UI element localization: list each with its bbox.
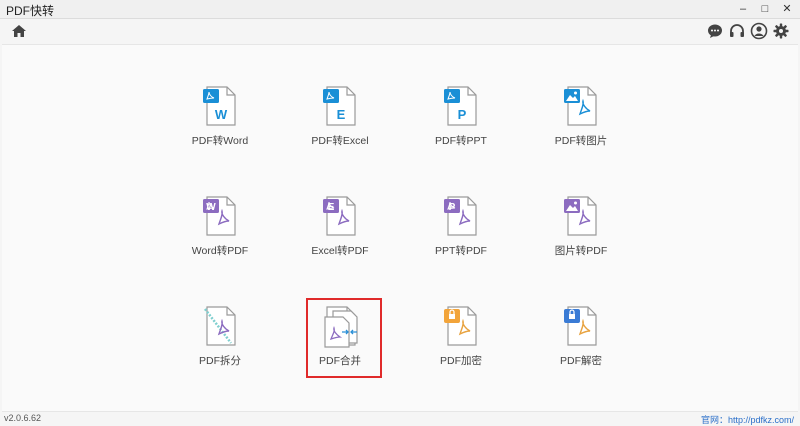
ppt-doc-icon: P (444, 86, 477, 126)
excel-doc-icon: E (323, 196, 356, 236)
tool-2[interactable]: E PDF转Excel (285, 83, 395, 169)
tool-3[interactable]: P PDF转PPT (406, 83, 516, 169)
tool-label: Excel转PDF (311, 245, 369, 257)
tool-4[interactable]: PDF转图片 (526, 83, 636, 169)
close-button[interactable]: ✕ (777, 0, 797, 18)
footer: v2.0.6.62 官网：http://pdfkz.com/ (0, 411, 800, 425)
website-link[interactable]: 官网：http://pdfkz.com/ (701, 413, 794, 426)
tool-label: PDF转图片 (554, 135, 608, 147)
tool-label: PPT转PDF (435, 245, 487, 257)
tool-grid: W PDF转Word E PDF转Excel P PDF转PPT PDF转图片 W Word转P… (2, 44, 798, 412)
format-letter: E (328, 202, 335, 213)
minimize-button[interactable]: – (733, 0, 753, 18)
split-doc-icon (204, 306, 236, 346)
tool-1[interactable]: W PDF转Word (165, 83, 275, 169)
version-label: v2.0.6.62 (4, 413, 42, 423)
word-doc-icon: W (203, 196, 236, 236)
maximize-button[interactable]: □ (755, 0, 775, 18)
home-icon[interactable] (10, 22, 28, 40)
ppt-doc-icon: P (444, 196, 477, 236)
tool-label: PDF加密 (440, 355, 482, 367)
title-bar: PDF快转 – □ ✕ (0, 0, 800, 19)
lock-doc-icon (444, 306, 477, 346)
tool-label: Word转PDF (191, 245, 249, 257)
tool-9[interactable]: PDF拆分 (165, 303, 275, 389)
tool-7[interactable]: P PPT转PDF (406, 193, 516, 279)
tool-label: PDF转PPT (435, 135, 487, 147)
image-doc-icon (564, 196, 597, 236)
headset-icon[interactable] (728, 22, 746, 40)
format-letter: P (449, 202, 456, 213)
tool-label: PDF拆分 (199, 355, 241, 367)
tool-label: PDF转Excel (311, 135, 369, 147)
word-doc-icon: W (203, 86, 236, 126)
gear-icon[interactable] (772, 22, 790, 40)
format-letter: W (206, 202, 216, 213)
tool-label: PDF解密 (560, 355, 602, 367)
tool-12[interactable]: PDF解密 (526, 303, 636, 389)
toolbar (0, 19, 800, 43)
svg-text:W: W (215, 107, 228, 122)
svg-text:P: P (458, 107, 467, 122)
chat-icon[interactable] (706, 22, 724, 40)
app-title: PDF快转 (6, 4, 55, 18)
user-icon[interactable] (750, 22, 768, 40)
tool-label: PDF转Word (191, 135, 249, 147)
tool-11[interactable]: PDF加密 (406, 303, 516, 389)
excel-doc-icon: E (323, 86, 356, 126)
unlock-doc-icon (564, 306, 597, 346)
tool-6[interactable]: E Excel转PDF (285, 193, 395, 279)
tool-label: 图片转PDF (554, 245, 608, 257)
svg-text:E: E (337, 107, 346, 122)
selection-highlight (306, 298, 382, 378)
tool-8[interactable]: 图片转PDF (526, 193, 636, 279)
image-doc-icon (564, 86, 597, 126)
tool-5[interactable]: W Word转PDF (165, 193, 275, 279)
